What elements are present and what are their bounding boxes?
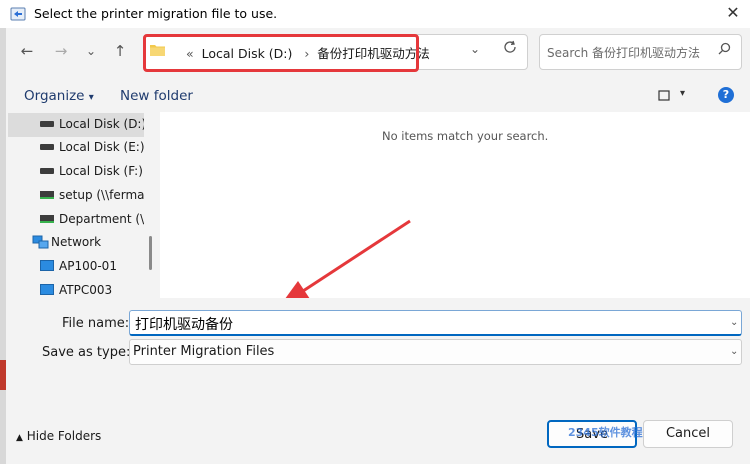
nav-item-department-share[interactable]: Department (\\f <box>8 208 144 232</box>
nav-item-label: Local Disk (D:) <box>59 117 144 131</box>
watermark-logo: 2345软件教程 <box>568 424 643 440</box>
nav-item-local-disk-e[interactable]: Local Disk (E:) <box>8 136 144 160</box>
address-highlight-annotation <box>143 34 419 72</box>
nav-item-label: AP100-01 <box>59 259 117 273</box>
drive-icon <box>40 144 54 150</box>
annotation-arrow <box>282 219 411 303</box>
back-icon[interactable]: ← <box>14 38 40 64</box>
address-dropdown-icon[interactable]: ⌄ <box>470 42 480 56</box>
nav-item-label: Local Disk (F:) <box>59 164 143 178</box>
app-icon <box>10 6 26 22</box>
nav-item-label: Department (\\f <box>59 212 144 226</box>
refresh-icon[interactable] <box>503 40 517 58</box>
forward-icon[interactable]: → <box>48 38 74 64</box>
hide-folders-button[interactable]: ▲ Hide Folders <box>16 429 101 443</box>
hide-folders-label: Hide Folders <box>26 429 102 443</box>
monitor-icon <box>40 260 54 271</box>
up-icon[interactable]: ↑ <box>107 38 133 64</box>
new-folder-button[interactable]: New folder <box>120 88 193 104</box>
nav-item-local-disk-f[interactable]: Local Disk (F:) <box>8 160 144 184</box>
window-title: Select the printer migration file to use… <box>34 6 278 21</box>
view-options-icon[interactable] <box>658 90 672 105</box>
save-as-type-value: Printer Migration Files <box>133 344 275 359</box>
nav-item-label: Local Disk (E:) <box>59 140 144 154</box>
network-drive-icon <box>40 215 54 223</box>
help-icon[interactable]: ? <box>718 87 734 103</box>
file-name-label: File name: <box>62 316 130 331</box>
watermark-text: 2345软件教程 <box>568 426 643 439</box>
network-drive-icon <box>40 191 54 199</box>
save-as-type-dropdown-icon[interactable]: ⌄ <box>730 346 738 357</box>
organize-caret-icon: ▾ <box>88 92 94 103</box>
view-caret-icon[interactable]: ▾ <box>680 88 685 99</box>
nav-item-setup-share[interactable]: setup (\\fermato <box>8 184 144 208</box>
network-icon <box>32 235 50 253</box>
file-name-input[interactable]: 打印机驱动备份 <box>135 314 233 334</box>
drive-icon <box>40 168 54 174</box>
search-input[interactable]: Search 备份打印机驱动方法 <box>547 44 700 61</box>
nav-item-ap100-01[interactable]: AP100-01 <box>8 255 144 279</box>
navpane-scrollbar[interactable] <box>149 236 152 270</box>
search-icon[interactable] <box>718 42 731 59</box>
nav-item-network[interactable]: Network <box>8 231 144 255</box>
hide-folders-caret-icon: ▲ <box>16 433 23 443</box>
monitor-icon <box>40 284 54 295</box>
empty-message: No items match your search. <box>382 129 549 143</box>
command-toolbar <box>6 84 750 110</box>
nav-item-label: setup (\\fermato <box>59 188 144 202</box>
organize-label: Organize <box>24 88 85 104</box>
close-icon[interactable]: ✕ <box>723 3 743 23</box>
drive-icon <box>40 121 54 127</box>
nav-item-local-disk-d[interactable]: Local Disk (D:) <box>8 113 144 137</box>
cancel-button[interactable]: Cancel <box>643 420 733 448</box>
file-name-dropdown-icon[interactable]: ⌄ <box>730 317 738 328</box>
nav-item-label: ATPC003 <box>59 283 113 297</box>
organize-button[interactable]: Organize ▾ <box>24 88 94 104</box>
recent-locations-icon[interactable]: ⌄ <box>78 38 104 64</box>
nav-item-label: Network <box>51 235 102 249</box>
save-as-type-label: Save as type: <box>42 345 131 360</box>
